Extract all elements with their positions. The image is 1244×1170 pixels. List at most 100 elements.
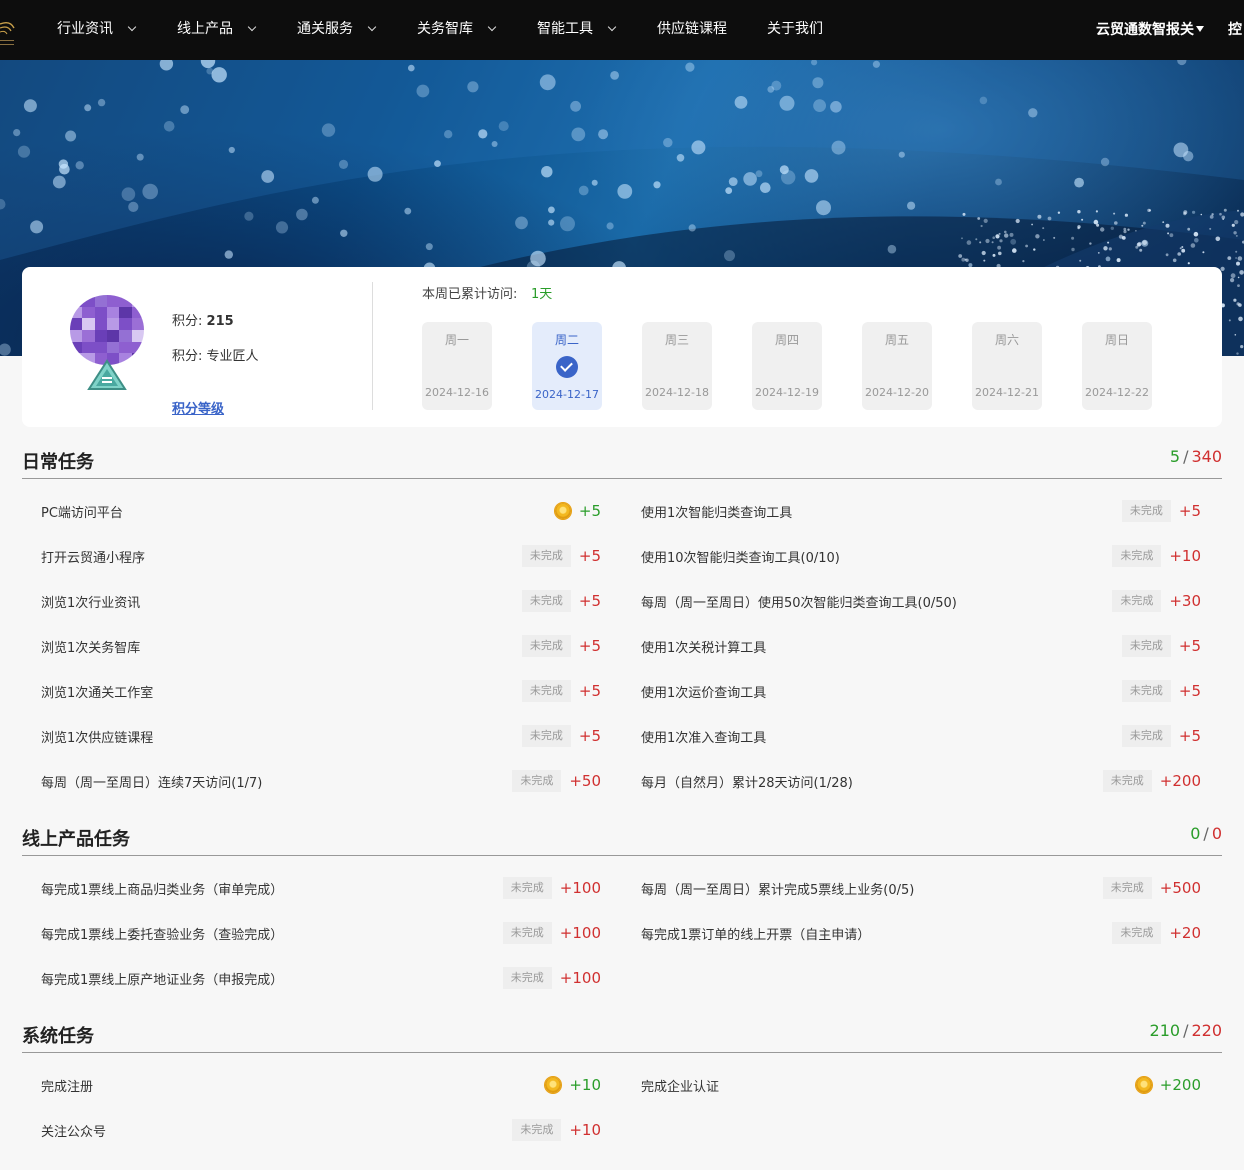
task-item[interactable]: 完成注册 +10 xyxy=(41,1072,601,1098)
section-divider xyxy=(22,855,1222,856)
level-line: 积分: 专业匠人 xyxy=(172,345,259,364)
task-item[interactable]: 浏览1次供应链课程 未完成 +5 xyxy=(41,723,601,749)
nav-item-label: 关务智库 xyxy=(417,21,473,37)
day-date: 2024-12-19 xyxy=(755,386,819,399)
task-item[interactable]: 使用1次关税计算工具 未完成 +5 xyxy=(641,633,1201,659)
task-reward: 未完成 +100 xyxy=(502,875,601,901)
status-badge: 未完成 xyxy=(502,967,552,989)
task-item[interactable]: 浏览1次行业资讯 未完成 +5 xyxy=(41,588,601,614)
task-item[interactable]: 使用10次智能归类查询工具(0/10) 未完成 +10 xyxy=(641,543,1201,569)
task-name: 关注公众号 xyxy=(41,1125,107,1140)
task-points: +5 xyxy=(578,592,601,610)
coin-icon xyxy=(1135,1077,1152,1093)
day-date: 2024-12-16 xyxy=(425,386,489,399)
day-card-1: 周二 2024-12-17 xyxy=(532,322,602,410)
points-value: 215 xyxy=(206,314,234,329)
user-menu[interactable]: 云贸通数智报关 xyxy=(1096,0,1204,60)
status-badge: 未完成 xyxy=(502,877,552,899)
task-points: +5 xyxy=(1178,682,1201,700)
chevron-down-icon xyxy=(487,22,497,32)
task-reward: 未完成 +20 xyxy=(1112,920,1201,946)
section-score-daily: 5/340 xyxy=(1170,447,1222,466)
task-points: +20 xyxy=(1169,924,1201,942)
slash: / xyxy=(1203,824,1209,843)
points-level-link[interactable]: 积分等级 xyxy=(172,398,224,417)
day-name: 周二 xyxy=(554,333,579,347)
task-item[interactable]: 打开云贸通小程序 未完成 +5 xyxy=(41,543,601,569)
status-badge: 未完成 xyxy=(1121,500,1171,522)
task-points: +5 xyxy=(1178,727,1201,745)
task-item[interactable]: 使用1次准入查询工具 未完成 +5 xyxy=(641,723,1201,749)
earned-points: 5 xyxy=(1169,447,1181,466)
nav-item-0[interactable]: 行业资讯 xyxy=(57,0,137,60)
task-points: +5 xyxy=(578,637,601,655)
chevron-down-icon xyxy=(127,22,137,32)
task-reward: 未完成 +5 xyxy=(521,588,601,614)
task-reward: 未完成 +500 xyxy=(1102,875,1201,901)
chevron-down-icon xyxy=(367,22,377,32)
task-item[interactable]: 每完成1票线上原产地证业务（申报完成） 未完成 +100 xyxy=(41,965,601,991)
task-name: 使用1次关税计算工具 xyxy=(641,641,767,656)
nav-item-3[interactable]: 关务智库 xyxy=(417,0,497,60)
day-date: 2024-12-17 xyxy=(535,388,599,401)
task-item[interactable]: 每周（周一至周日）连续7天访问(1/7) 未完成 +50 xyxy=(41,768,601,794)
status-badge: 未完成 xyxy=(1112,922,1162,944)
task-item[interactable]: 使用1次智能归类查询工具 未完成 +5 xyxy=(641,498,1201,524)
slash: / xyxy=(1183,1021,1189,1040)
task-name: 每完成1票订单的线上开票（自主申请） xyxy=(641,928,871,943)
task-points: +10 xyxy=(569,1076,601,1094)
task-name: 完成注册 xyxy=(41,1080,94,1095)
task-item[interactable]: 浏览1次通关工作室 未完成 +5 xyxy=(41,678,601,704)
task-item[interactable]: 每完成1票线上商品归类业务（审单完成） 未完成 +100 xyxy=(41,875,601,901)
task-item[interactable]: 每完成1票线上委托查验业务（查验完成） 未完成 +100 xyxy=(41,920,601,946)
level-value: 专业匠人 xyxy=(206,349,259,364)
day-name: 周五 xyxy=(884,333,909,347)
task-item[interactable]: 每周（周一至周日）使用50次智能归类查询工具(0/50) 未完成 +30 xyxy=(641,588,1201,614)
nav-extra-item[interactable]: 控 xyxy=(1228,0,1242,60)
level-badge-icon xyxy=(87,359,127,390)
day-card-0: 周一 2024-12-16 xyxy=(422,322,492,410)
logo-icon[interactable] xyxy=(0,14,16,48)
status-badge: 未完成 xyxy=(521,680,571,702)
task-name: 使用1次准入查询工具 xyxy=(641,731,767,746)
status-badge: 未完成 xyxy=(1121,725,1171,747)
status-badge: 未完成 xyxy=(1102,770,1152,792)
task-name: 浏览1次关务智库 xyxy=(41,641,141,656)
avatar[interactable] xyxy=(70,295,144,365)
chevron-down-icon xyxy=(247,22,257,32)
task-name: 浏览1次供应链课程 xyxy=(41,731,154,746)
task-reward: 未完成 +100 xyxy=(502,920,601,946)
day-card-2: 周三 2024-12-18 xyxy=(642,322,712,410)
task-item[interactable]: 每周（周一至周日）累计完成5票线上业务(0/5) 未完成 +500 xyxy=(641,875,1201,901)
status-badge: 未完成 xyxy=(502,922,552,944)
task-item[interactable]: 使用1次运价查询工具 未完成 +5 xyxy=(641,678,1201,704)
nav-item-6[interactable]: 关于我们 xyxy=(767,0,823,60)
task-reward: 未完成 +5 xyxy=(521,723,601,749)
nav-item-4[interactable]: 智能工具 xyxy=(537,0,617,60)
task-reward: 未完成 +5 xyxy=(1121,723,1201,749)
task-name: PC端访问平台 xyxy=(41,506,123,521)
section-title-system: 系统任务 xyxy=(22,1026,94,1047)
chevron-down-icon xyxy=(607,22,617,32)
nav-item-1[interactable]: 线上产品 xyxy=(177,0,257,60)
task-name: 每周（周一至周日）使用50次智能归类查询工具(0/50) xyxy=(641,596,957,611)
week-visit-label: 本周已累计访问: xyxy=(422,287,518,302)
task-item[interactable]: PC端访问平台 +5 xyxy=(41,498,601,524)
task-item[interactable]: 浏览1次关务智库 未完成 +5 xyxy=(41,633,601,659)
nav-item-5[interactable]: 供应链课程 xyxy=(657,0,727,60)
section-divider xyxy=(22,1052,1222,1053)
task-item[interactable]: 关注公众号 未完成 +10 xyxy=(41,1117,601,1143)
task-item[interactable]: 完成企业认证 +200 xyxy=(641,1072,1201,1098)
task-points: +30 xyxy=(1169,592,1201,610)
nav-item-label: 行业资讯 xyxy=(57,21,113,37)
task-points: +5 xyxy=(578,502,601,520)
task-item[interactable]: 每月（自然月）累计28天访问(1/28) 未完成 +200 xyxy=(641,768,1201,794)
task-item[interactable]: 每完成1票订单的线上开票（自主申请） 未完成 +20 xyxy=(641,920,1201,946)
nav-item-2[interactable]: 通关服务 xyxy=(297,0,377,60)
task-name: 每周（周一至周日）连续7天访问(1/7) xyxy=(41,776,263,791)
points-line: 积分: 215 xyxy=(172,310,234,329)
day-name: 周六 xyxy=(994,333,1019,347)
divider xyxy=(372,282,373,410)
task-reward: +5 xyxy=(554,498,601,524)
day-card-4: 周五 2024-12-20 xyxy=(862,322,932,410)
